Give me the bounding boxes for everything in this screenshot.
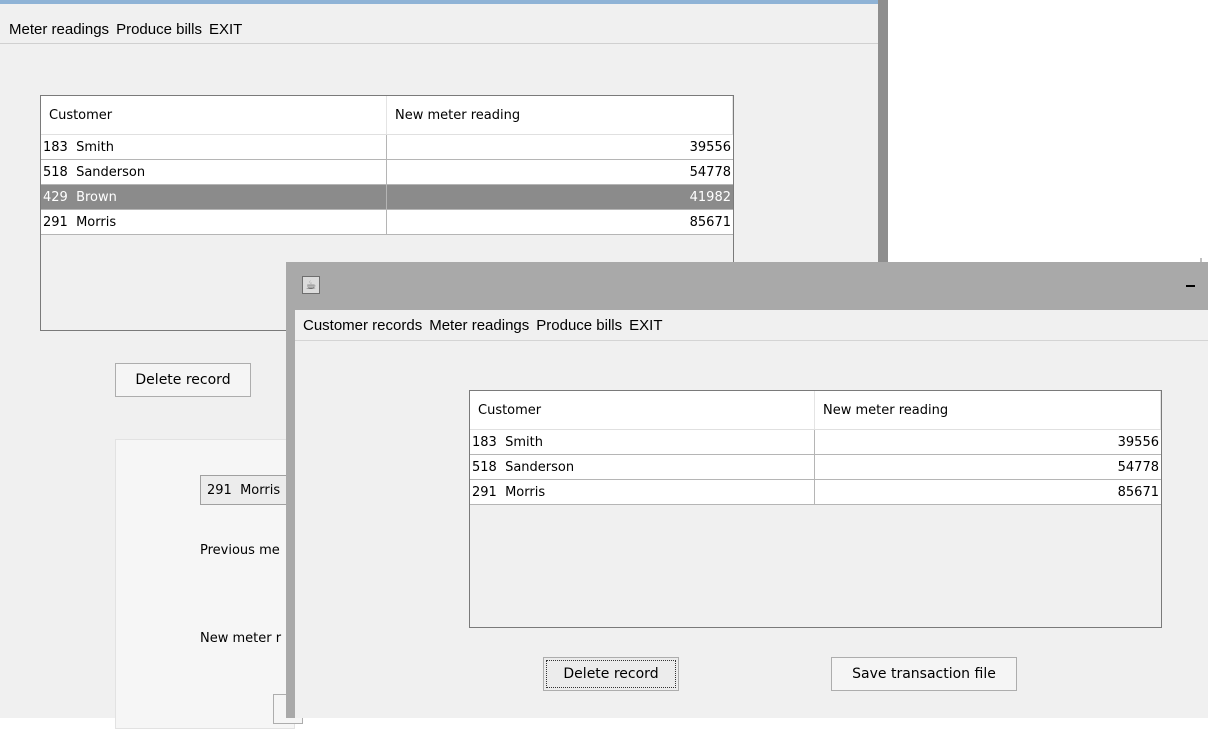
column-header-new-meter-reading[interactable]: New meter reading <box>387 96 733 134</box>
menu-produce-bills[interactable]: Produce bills <box>116 21 209 38</box>
back-delete-record-button[interactable]: Delete record <box>115 363 251 397</box>
menu-produce-bills[interactable]: Produce bills <box>536 317 629 334</box>
front-window-border <box>286 310 295 718</box>
minimize-icon[interactable] <box>1180 280 1200 292</box>
save-transaction-file-button[interactable]: Save transaction file <box>831 657 1017 691</box>
menu-exit[interactable]: EXIT <box>629 317 669 334</box>
menu-meter-readings[interactable]: Meter readings <box>9 21 116 38</box>
previous-reading-label: Previous me <box>200 543 280 558</box>
cell-reading: 54778 <box>689 164 731 180</box>
table-row[interactable]: 183 Smith 39556 <box>470 430 1161 455</box>
front-title-bar[interactable]: ☕ <box>286 262 1208 310</box>
cell-customer: 291 Morris <box>470 480 815 504</box>
column-header-customer[interactable]: Customer <box>41 96 387 134</box>
column-header-customer[interactable]: Customer <box>470 391 815 429</box>
back-menubar: Meter readings Produce bills EXIT <box>9 16 249 42</box>
menu-customer-records[interactable]: Customer records <box>303 317 429 334</box>
cell-customer: 518 Sanderson <box>41 160 387 184</box>
cell-customer: 291 Morris <box>41 210 387 234</box>
table-row[interactable]: 291 Morris 85671 <box>41 210 733 235</box>
cell-reading: 39556 <box>689 139 731 155</box>
menu-meter-readings[interactable]: Meter readings <box>429 317 536 334</box>
new-reading-label: New meter r <box>200 631 282 646</box>
delete-record-button[interactable]: Delete record <box>543 657 679 691</box>
table-row[interactable]: 291 Morris 85671 <box>470 480 1161 505</box>
table-row[interactable]: 518 Sanderson 54778 <box>470 455 1161 480</box>
menu-exit[interactable]: EXIT <box>209 21 249 38</box>
cell-reading: 54778 <box>1117 459 1159 475</box>
cell-customer: 429 Brown <box>41 185 387 209</box>
cell-reading: 39556 <box>1117 434 1159 450</box>
cell-reading: 85671 <box>689 214 731 230</box>
cell-customer: 183 Smith <box>41 135 387 159</box>
front-window: ☕ Customer records Meter readings Produc… <box>286 262 1208 718</box>
cell-reading: 85671 <box>1117 484 1159 500</box>
cell-reading: 41982 <box>689 189 731 205</box>
menu-divider <box>295 340 1208 341</box>
java-cup-icon[interactable]: ☕ <box>302 276 320 294</box>
menu-divider <box>0 43 878 44</box>
table-row[interactable]: 518 Sanderson 54778 <box>41 160 733 185</box>
cell-customer: 183 Smith <box>470 430 815 454</box>
table-row-selected[interactable]: 429 Brown 41982 <box>41 185 733 210</box>
front-readings-table: Customer New meter reading 183 Smith 395… <box>469 390 1162 628</box>
table-row[interactable]: 183 Smith 39556 <box>41 135 733 160</box>
table-header: Customer New meter reading <box>41 96 733 135</box>
cell-customer: 518 Sanderson <box>470 455 815 479</box>
column-header-new-meter-reading[interactable]: New meter reading <box>815 391 1161 429</box>
front-menubar: Customer records Meter readings Produce … <box>303 312 670 338</box>
table-header: Customer New meter reading <box>470 391 1161 430</box>
